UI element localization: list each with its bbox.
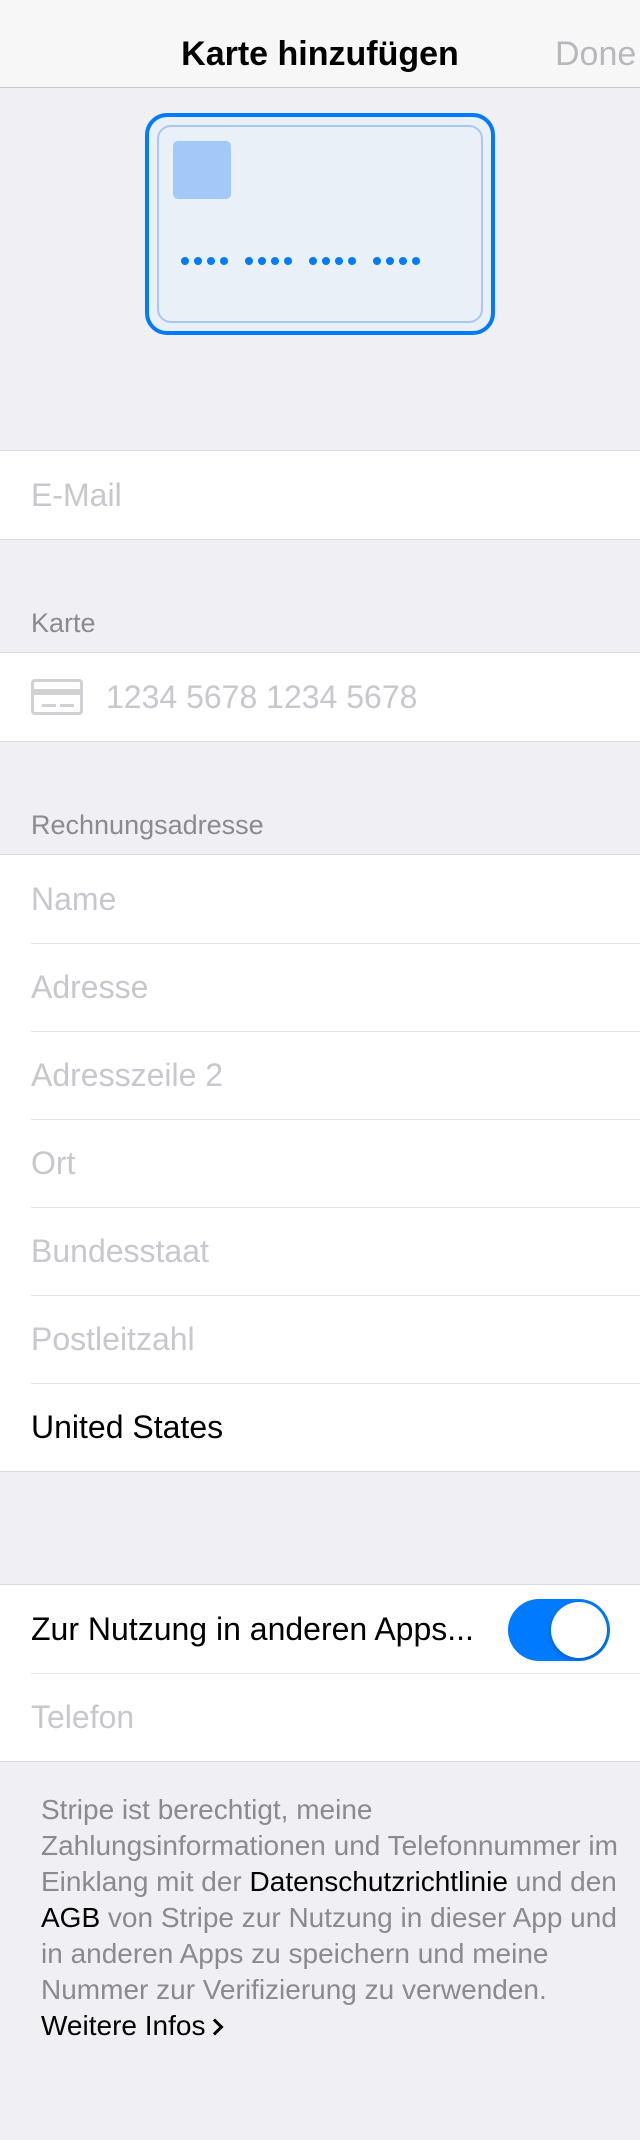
page-title: Karte hinzufügen bbox=[181, 35, 459, 73]
link-toggle-label: Zur Nutzung in anderen Apps... bbox=[31, 1610, 474, 1647]
credit-card-icon bbox=[31, 679, 83, 715]
footer-text-2: und den bbox=[507, 1866, 617, 1897]
navigation-bar: Karte hinzufügen Done bbox=[0, 0, 640, 88]
chevron-right-icon bbox=[206, 2018, 224, 2036]
email-field[interactable]: E-Mail bbox=[0, 451, 640, 539]
name-field[interactable]: Name bbox=[0, 855, 640, 943]
billing-section: Name Adresse Adresszeile 2 Ort Bundessta… bbox=[0, 854, 640, 1472]
email-section: E-Mail bbox=[0, 450, 640, 540]
address-field[interactable]: Adresse bbox=[0, 943, 640, 1031]
link-section: Zur Nutzung in anderen Apps... Telefon bbox=[0, 1584, 640, 1762]
footer-disclaimer: Stripe ist berechtigt, meine Zahlungsinf… bbox=[41, 1792, 621, 2044]
billing-section-header: Rechnungsadresse bbox=[31, 810, 264, 840]
card-preview-inner bbox=[157, 125, 483, 323]
done-button[interactable]: Done bbox=[555, 0, 640, 88]
footer-text-3: von Stripe zur Nutzung in dieser App und… bbox=[41, 1902, 617, 2005]
privacy-policy-link[interactable]: Datenschutzrichtlinie bbox=[250, 1866, 508, 1897]
address-line2-field[interactable]: Adresszeile 2 bbox=[0, 1031, 640, 1119]
state-field[interactable]: Bundesstaat bbox=[0, 1207, 640, 1295]
more-info-label: Weitere Infos bbox=[41, 2010, 206, 2041]
card-preview bbox=[145, 113, 495, 335]
country-field[interactable]: United States bbox=[0, 1383, 640, 1471]
card-chip-icon bbox=[173, 141, 231, 199]
zip-field[interactable]: Postleitzahl bbox=[0, 1295, 640, 1383]
link-toggle-switch[interactable] bbox=[508, 1599, 610, 1661]
phone-field[interactable]: Telefon bbox=[0, 1673, 640, 1761]
card-section-header: Karte bbox=[31, 608, 96, 638]
card-number-field[interactable]: 1234 5678 1234 5678 bbox=[0, 653, 640, 741]
toggle-knob bbox=[551, 1602, 607, 1658]
city-field[interactable]: Ort bbox=[0, 1119, 640, 1207]
terms-link[interactable]: AGB bbox=[41, 1902, 100, 1933]
link-toggle-row: Zur Nutzung in anderen Apps... bbox=[0, 1585, 640, 1673]
more-info-link[interactable]: Weitere Infos bbox=[41, 2010, 224, 2041]
card-number-dots bbox=[181, 257, 420, 275]
card-number-placeholder: 1234 5678 1234 5678 bbox=[106, 678, 418, 715]
card-section: 1234 5678 1234 5678 bbox=[0, 652, 640, 742]
